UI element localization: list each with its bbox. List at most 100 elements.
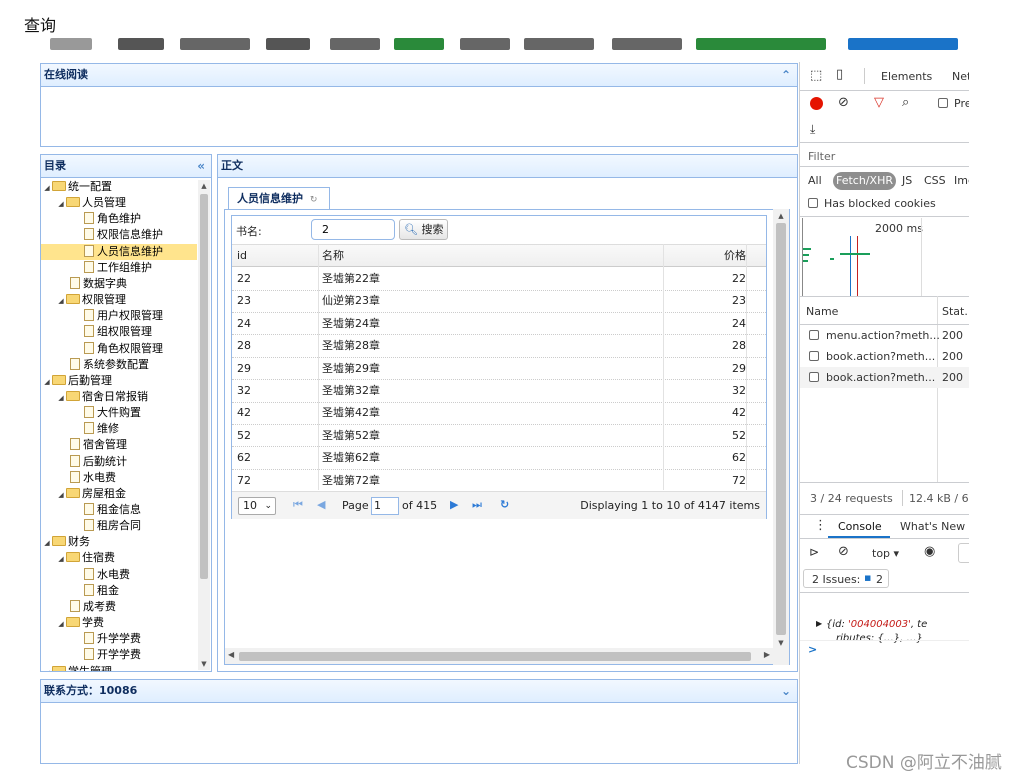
type-filter-all[interactable]: All (808, 174, 822, 187)
tree-node[interactable]: 用户权限管理 (41, 308, 163, 324)
search-icon[interactable]: ⌕ (902, 95, 909, 110)
tree-node[interactable]: 租房合同 (41, 518, 141, 534)
expand-toggle-icon[interactable]: ◢ (56, 196, 66, 212)
scroll-down-icon[interactable]: ▼ (775, 639, 787, 647)
request-checkbox[interactable] (809, 372, 819, 382)
tree-node[interactable]: 升学学费 (41, 631, 141, 647)
scroll-left-icon[interactable]: ◀ (228, 650, 234, 659)
refresh-icon[interactable]: ↻ (500, 498, 509, 511)
table-row[interactable]: 29 圣墟第29章 29 (232, 358, 766, 381)
tree-node[interactable]: 维修 (41, 421, 119, 437)
table-row[interactable]: 24 圣墟第24章 24 (232, 313, 766, 336)
scroll-right-icon[interactable]: ▶ (764, 650, 770, 659)
search-button[interactable]: 🔍︎ 搜索 (399, 219, 448, 240)
tree-node[interactable]: ◢ 权限管理 (41, 292, 126, 308)
column-price[interactable]: 价格 (724, 245, 746, 267)
console-prompt[interactable]: > (808, 643, 817, 656)
expand-toggle-icon[interactable]: ◢ (42, 665, 52, 672)
sidebar-toggle-icon[interactable]: ⊳ (809, 545, 819, 559)
network-request-row[interactable]: book.action?meth... 200 (800, 346, 969, 367)
tree-node[interactable]: 成考费 (41, 599, 116, 615)
expand-toggle-icon[interactable]: ◢ (56, 390, 66, 406)
collapse-up-icon[interactable]: ⌃ (781, 64, 791, 86)
tree-node[interactable]: ◢ 学费 (41, 615, 104, 631)
tree-node[interactable]: 角色维护 (41, 211, 141, 227)
table-row[interactable]: 32 圣墟第32章 32 (232, 380, 766, 403)
expand-toggle-icon[interactable]: ◢ (56, 551, 66, 567)
tree-node[interactable]: 租金信息 (41, 502, 141, 518)
table-row[interactable]: 72 圣墟第72章 72 (232, 470, 766, 493)
page-size-select[interactable]: 10 ⌄ (238, 497, 276, 515)
eye-icon[interactable]: ◉ (924, 544, 935, 559)
table-row[interactable]: 23 仙逆第23章 23 (232, 290, 766, 313)
prev-page-icon[interactable]: ◀ (317, 498, 325, 511)
tab-person-info[interactable]: 人员信息维护 ↻ × (228, 187, 330, 228)
tree-node[interactable]: ◢ 统一配置 (41, 179, 112, 195)
content-vertical-thumb[interactable] (776, 223, 786, 635)
content-horizontal-thumb[interactable] (239, 652, 751, 661)
tree-node[interactable]: 组权限管理 (41, 324, 152, 340)
tree-node[interactable]: ◢ 学生管理 (41, 664, 112, 672)
request-checkbox[interactable] (809, 351, 819, 361)
expand-toggle-icon[interactable]: ◢ (42, 374, 52, 390)
tree-node[interactable]: 水电费 (41, 470, 116, 486)
page-number-input[interactable]: 1 (371, 497, 399, 515)
tree-node[interactable]: 权限信息维护 (41, 227, 163, 243)
tree-node[interactable]: 水电费 (41, 567, 130, 583)
scroll-up-icon[interactable]: ▲ (775, 212, 787, 220)
refresh-tab-icon[interactable]: ↻ (310, 195, 318, 205)
tree-node[interactable]: 角色权限管理 (41, 341, 163, 357)
tree-node[interactable]: 工作组维护 (41, 260, 152, 276)
column-id[interactable]: id (237, 245, 247, 267)
expand-toggle-icon[interactable]: ◢ (56, 487, 66, 503)
scroll-up-icon[interactable]: ▲ (198, 182, 210, 190)
tree-node[interactable]: ◢ 后勤管理 (41, 373, 112, 389)
column-status-header[interactable]: Stat... (942, 305, 969, 318)
table-row[interactable]: 28 圣墟第28章 28 (232, 335, 766, 358)
expand-toggle-icon[interactable]: ◢ (42, 180, 52, 196)
network-request-row[interactable]: book.action?meth... 200 (800, 367, 969, 388)
console-filter-input[interactable] (958, 543, 969, 563)
expand-down-icon[interactable]: ⌄ (781, 680, 791, 702)
table-row[interactable]: 52 圣墟第52章 52 (232, 425, 766, 448)
first-page-icon[interactable]: ⏮ (293, 498, 303, 512)
network-request-row[interactable]: menu.action?meth... 200 (800, 325, 969, 346)
clear-console-icon[interactable]: ⊘ (838, 544, 849, 559)
tree-node[interactable]: ◢ 住宿费 (41, 550, 115, 566)
table-row[interactable]: 42 圣墟第42章 42 (232, 402, 766, 425)
tree-node[interactable]: ◢ 宿舍日常报销 (41, 389, 148, 405)
issues-button[interactable]: 2 Issues: ▪ 2 (803, 569, 889, 588)
drawer-tab-console[interactable]: Console (838, 520, 882, 533)
tree-node[interactable]: 系统参数配置 (41, 357, 149, 373)
column-name[interactable]: 名称 (322, 245, 344, 267)
preserve-log-checkbox[interactable]: Pre (938, 97, 969, 110)
tree-node[interactable]: 数据字典 (41, 276, 127, 292)
content-horizontal-scrollbar[interactable]: ◀ ▶ (225, 648, 773, 664)
inspect-element-icon[interactable]: ⬚ (810, 68, 822, 83)
table-row[interactable]: 22 圣墟第22章 22 (232, 268, 766, 291)
type-filter-js[interactable]: JS (902, 174, 912, 187)
next-page-icon[interactable]: ▶ (450, 498, 458, 511)
tree-node[interactable]: 人员信息维护 (41, 243, 197, 260)
tree-node[interactable]: ◢ 人员管理 (41, 195, 126, 211)
tree-node[interactable]: ◢ 财务 (41, 534, 90, 550)
column-name-header[interactable]: Name (806, 305, 838, 318)
tree-node[interactable]: 大件购置 (41, 405, 141, 421)
tree-scroll-thumb[interactable] (200, 194, 208, 579)
expand-toggle-icon[interactable]: ◢ (56, 616, 66, 632)
clear-icon[interactable]: ⊘ (838, 95, 849, 110)
device-toolbar-icon[interactable]: ▯ (836, 67, 843, 82)
blocked-cookies-checkbox[interactable]: Has blocked cookies (808, 197, 936, 210)
tree-node[interactable]: 后勤统计 (41, 454, 127, 470)
collapse-left-icon[interactable]: « (197, 155, 205, 177)
devtools-tab-elements[interactable]: Elements (881, 70, 932, 83)
tree-scrollbar[interactable]: ▲ ▼ (198, 180, 210, 670)
devtools-tab-network[interactable]: Net (952, 70, 969, 83)
type-filter-fetch-xhr[interactable]: Fetch/XHR (833, 172, 896, 190)
import-har-icon[interactable]: ⤓ (810, 122, 815, 137)
tree-node[interactable]: 开学学费 (41, 647, 141, 663)
expand-toggle-icon[interactable]: ◢ (42, 535, 52, 551)
context-selector[interactable]: top ▾ (872, 547, 899, 560)
filter-icon[interactable]: ▽ (874, 95, 884, 110)
expand-toggle-icon[interactable]: ◢ (56, 293, 66, 309)
